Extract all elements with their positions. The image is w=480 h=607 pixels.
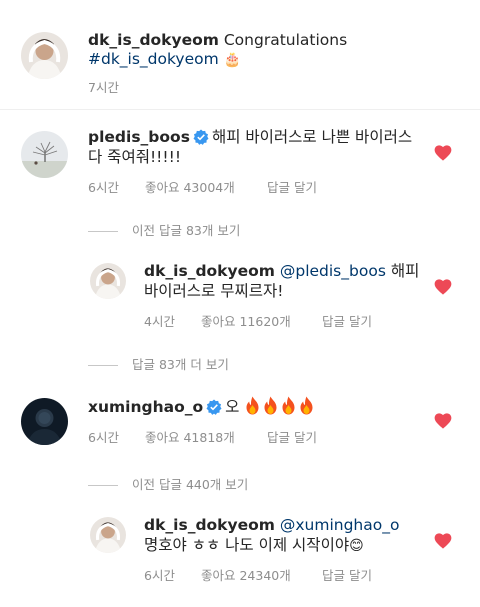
comment-2-reply-button[interactable]: 답글 달기: [267, 427, 317, 446]
toggle-dash: [88, 231, 118, 232]
comment-2-username[interactable]: xuminghao_o: [88, 398, 203, 416]
comment-1-toggle-after-label: 답글 83개 더 보기: [132, 357, 229, 372]
comment-1-text-2: 다 죽여줘!!!!!: [88, 148, 182, 166]
reply-2-text: 명호야 ㅎㅎ 나도 이제 시작이야: [144, 536, 350, 554]
comment-2-text: 오: [225, 398, 240, 416]
comment-2-line-1: xuminghao_o 오: [88, 396, 316, 420]
smile-emoji-icon: 😊: [349, 538, 364, 554]
reply-1-text-1: 해피: [390, 262, 420, 280]
reply-1-line-1: dk_is_dokyeom @pledis_boos 해피: [144, 261, 419, 281]
comment-2-toggle-label: 이전 답글 440개 보기: [132, 477, 249, 492]
reply-1-text-2: 바이러스로 무찌르자!: [144, 282, 284, 300]
reply-2-line-2: 명호야 ㅎㅎ 나도 이제 시작이야😊: [144, 535, 364, 556]
comment-2-likes[interactable]: 좋아요 41818개: [145, 427, 235, 446]
fire-emoji-icon: [298, 396, 315, 415]
reply-1-reply-button[interactable]: 답글 달기: [322, 311, 372, 330]
cake-emoji-icon: 🎂: [223, 52, 242, 68]
reply-2-mention[interactable]: @xuminghao_o: [280, 516, 400, 534]
reply-1-mention[interactable]: @pledis_boos: [280, 262, 386, 280]
comment-1-likes[interactable]: 좋아요 43004개: [145, 177, 235, 196]
reply-1-time: 4시간: [144, 314, 175, 329]
avatar-pledis-boos[interactable]: [21, 131, 68, 178]
fire-emoji-icon: [280, 396, 297, 415]
avatar-dk-is-dokyeom[interactable]: [21, 32, 68, 79]
comment-2-time: 6시간: [88, 430, 119, 445]
fire-emoji-group: [244, 396, 316, 416]
toggle-dash: [88, 365, 118, 366]
heart-icon[interactable]: [434, 279, 452, 295]
heart-icon[interactable]: [434, 413, 452, 429]
comment-2-view-previous-replies[interactable]: 이전 답글 440개 보기: [88, 474, 248, 493]
reply-1-likes[interactable]: 좋아요 11620개: [201, 311, 291, 330]
caption-username[interactable]: dk_is_dokyeom: [88, 31, 219, 49]
heart-icon[interactable]: [434, 145, 452, 161]
comment-1-time: 6시간: [88, 180, 119, 195]
toggle-dash: [88, 485, 118, 486]
comment-1-reply-button[interactable]: 답글 달기: [267, 177, 317, 196]
caption-time: 7시간: [88, 80, 119, 95]
caption-line-1: dk_is_dokyeom Congratulations: [88, 30, 347, 50]
caption-text: Congratulations: [223, 31, 348, 49]
reply-2-username[interactable]: dk_is_dokyeom: [144, 516, 275, 534]
reply-1-username[interactable]: dk_is_dokyeom: [144, 262, 275, 280]
caption-divider: [0, 109, 480, 110]
caption-line-2: #dk_is_dokyeom 🎂: [88, 49, 241, 70]
comment-1-view-previous-replies[interactable]: 이전 답글 83개 보기: [88, 220, 240, 239]
comment-1-text-1: 해피 바이러스로 나쁜 바이러스: [211, 128, 413, 146]
comment-1-username[interactable]: pledis_boos: [88, 128, 190, 146]
reply-2-line-1: dk_is_dokyeom @xuminghao_o: [144, 515, 399, 535]
caption-hashtag[interactable]: #dk_is_dokyeom: [88, 50, 219, 68]
heart-icon[interactable]: [434, 533, 452, 549]
reply-2-reply-button[interactable]: 답글 달기: [322, 565, 372, 584]
comment-1-view-more-replies[interactable]: 답글 83개 더 보기: [88, 354, 229, 373]
avatar-xuminghao-o[interactable]: [21, 398, 68, 445]
verified-badge-icon: [206, 399, 222, 420]
reply-2-time: 6시간: [144, 568, 175, 583]
avatar-dk-is-dokyeom[interactable]: [90, 517, 126, 553]
avatar-dk-is-dokyeom[interactable]: [90, 263, 126, 299]
verified-badge-icon: [193, 129, 209, 150]
comment-1-toggle-label: 이전 답글 83개 보기: [132, 223, 241, 238]
fire-emoji-icon: [262, 396, 279, 415]
reply-2-likes[interactable]: 좋아요 24340개: [201, 565, 291, 584]
fire-emoji-icon: [244, 396, 261, 415]
